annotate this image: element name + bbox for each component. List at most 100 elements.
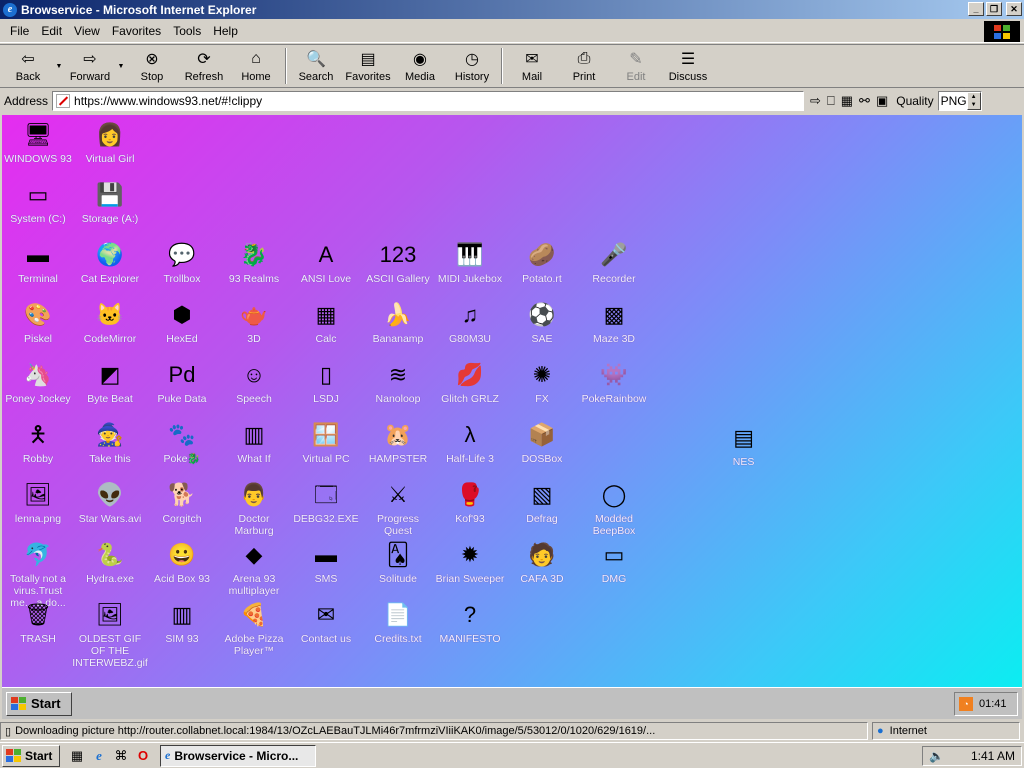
desktop-icon-storage-a[interactable]: 💾 Storage (A:): [74, 179, 146, 226]
desktop-icon-midi-jukebox[interactable]: 🎹 MIDI Jukebox: [434, 239, 506, 286]
favorites-button[interactable]: ▤ Favorites: [342, 45, 394, 87]
desktop-icon-potato-rt[interactable]: 🥔 Potato.rt: [506, 239, 578, 286]
desktop-icon-modded-beepbox[interactable]: ◯ Modded BeepBox: [578, 479, 650, 538]
menu-edit[interactable]: Edit: [35, 24, 68, 38]
desktop-icon-arena-93-multiplayer[interactable]: ◆ Arena 93 multiplayer: [218, 539, 290, 598]
desktop-icon-brian-sweeper[interactable]: ✹ Brian Sweeper: [434, 539, 506, 586]
desktop-icon-trash[interactable]: 🗑 TRASH: [2, 599, 74, 646]
forward-dropdown-icon[interactable]: ▼: [116, 63, 126, 70]
desktop-icon-adobe-pizza-player[interactable]: 🍕 Adobe Pizza Player™: [218, 599, 290, 658]
desktop-icon-glitch-grlz[interactable]: 💋 Glitch GRLZ: [434, 359, 506, 406]
desktop-icon-93-realms[interactable]: 🐉 93 Realms: [218, 239, 290, 286]
mail-button[interactable]: ✉ Mail: [506, 45, 558, 87]
menu-view[interactable]: View: [68, 24, 106, 38]
desktop-icon-fx[interactable]: ✺ FX: [506, 359, 578, 406]
opera-icon[interactable]: O: [134, 747, 152, 765]
back-button[interactable]: ⇦ Back: [2, 45, 54, 87]
desktop-icon-hexed[interactable]: ⬢ HexEd: [146, 299, 218, 346]
media-button[interactable]: ◉ Media: [394, 45, 446, 87]
desktop-icon-pokerainbow[interactable]: 👾 PokeRainbow: [578, 359, 650, 406]
start-button[interactable]: Start: [2, 744, 60, 767]
desktop-icon-dmg[interactable]: ▭ DMG: [578, 539, 650, 586]
bookmark-icon[interactable]: ⎕: [827, 93, 835, 109]
desktop-icon-poke[interactable]: 🐾 Poke🐉: [146, 419, 218, 466]
rss-icon[interactable]: ◔: [959, 697, 973, 711]
desktop-icon-cat-explorer[interactable]: 🌍 Cat Explorer: [74, 239, 146, 286]
desktop-icon-credits-txt[interactable]: 📄 Credits.txt: [362, 599, 434, 646]
forward-button[interactable]: ⇨ Forward: [64, 45, 116, 87]
desktop-icon-windows-93[interactable]: 🖥 WINDOWS 93: [2, 119, 74, 166]
quality-select[interactable]: PNG ▲ ▼: [937, 91, 982, 111]
go-arrow-icon[interactable]: ⇨: [810, 93, 821, 109]
spin-arrows-icon[interactable]: ▲ ▼: [966, 92, 981, 110]
desktop-icon-oldest-gif-of-the-interwebz-gif[interactable]: 🖼 OLDEST GIF OF THE INTERWEBZ.gif: [72, 599, 148, 670]
history-button[interactable]: ◷ History: [446, 45, 498, 87]
desktop-icon-sae[interactable]: ⚽ SAE: [506, 299, 578, 346]
desktop-icon-byte-beat[interactable]: ◩ Byte Beat: [74, 359, 146, 406]
search-button[interactable]: 🔍 Search: [290, 45, 342, 87]
volume-icon[interactable]: 🔈: [929, 749, 944, 763]
desktop-icon-trollbox[interactable]: 💬 Trollbox: [146, 239, 218, 286]
desktop-icon-3d[interactable]: 🫖 3D: [218, 299, 290, 346]
desktop-icon-take-this[interactable]: 🧙 Take this: [74, 419, 146, 466]
desktop-icon-g80m3u[interactable]: ♫ G80M3U: [434, 299, 506, 346]
desktop-icon-nes[interactable]: ▤ NES: [708, 422, 780, 469]
menu-favorites[interactable]: Favorites: [106, 24, 167, 38]
desktop-icon-lsdj[interactable]: ▯ LSDJ: [290, 359, 362, 406]
desktop-icon-ansi-love[interactable]: A ANSI Love: [290, 239, 362, 286]
minimize-button[interactable]: _: [968, 2, 984, 16]
desktop-icon-ascii-gallery[interactable]: 123 ASCII Gallery: [362, 239, 434, 286]
desktop-icon-virtual-girl[interactable]: 👩 Virtual Girl: [74, 119, 146, 166]
desktop-icon-cafa-3d[interactable]: 🧑 CAFA 3D: [506, 539, 578, 586]
desktop-icon-codemirror[interactable]: 🐱 CodeMirror: [74, 299, 146, 346]
desktop-icon-doctor-marburg[interactable]: 👨 Doctor Marburg: [218, 479, 290, 538]
desktop-icon-calc[interactable]: ▦ Calc: [290, 299, 362, 346]
stop-button[interactable]: ⊗ Stop: [126, 45, 178, 87]
desktop-icon-star-wars-avi[interactable]: 👽 Star Wars.avi: [74, 479, 146, 526]
address-input[interactable]: https://www.windows93.net/#!clippy: [52, 91, 805, 111]
binoculars-icon[interactable]: ⚯: [859, 93, 870, 109]
back-dropdown-icon[interactable]: ▼: [54, 63, 64, 70]
desktop-icon-defrag[interactable]: ▧ Defrag: [506, 479, 578, 526]
menu-file[interactable]: File: [4, 24, 35, 38]
desktop-icon-progress-quest[interactable]: ⚔ Progress Quest: [362, 479, 434, 538]
desktop-icon-half-life-3[interactable]: λ Half-Life 3: [434, 419, 506, 466]
desktop-icon-hydra-exe[interactable]: 🐍 Hydra.exe: [74, 539, 146, 586]
home-button[interactable]: ⌂ Home: [230, 45, 282, 87]
desktop-icon-debg32-exe[interactable]: 🗔 DEBG32.EXE: [290, 479, 362, 526]
desktop-icon-recorder[interactable]: 🎤 Recorder: [578, 239, 650, 286]
find-icon[interactable]: ▦: [841, 93, 853, 109]
desktop-icon-sim-93[interactable]: ▥ SIM 93: [146, 599, 218, 646]
page-viewport[interactable]: 🖥 WINDOWS 93 👩 Virtual Girl ▭ System (C:) 💾 Sto…: [2, 115, 1022, 719]
desktop-icon-dosbox[interactable]: 📦 DOSBox: [506, 419, 578, 466]
clipboard-icon[interactable]: ▣: [876, 93, 888, 109]
desktop-icon-kof-93[interactable]: 🥊 Kof'93: [434, 479, 506, 526]
desktop-icon-contact-us[interactable]: ✉ Contact us: [290, 599, 362, 646]
ie-quicklaunch-icon[interactable]: e: [90, 747, 108, 765]
desktop-icon-manifesto[interactable]: ? MANIFESTO: [434, 599, 506, 646]
taskbar-app-browservice[interactable]: e Browservice - Micro...: [160, 744, 316, 767]
network-icon[interactable]: ⌘: [112, 747, 130, 765]
discuss-button[interactable]: ☰ Discuss: [662, 45, 714, 87]
desktop-icon-solitude[interactable]: 🂡 Solitude: [362, 539, 434, 586]
desktop-icon-sms[interactable]: ▬ SMS: [290, 539, 362, 586]
desktop-icon-maze-3d[interactable]: ▩ Maze 3D: [578, 299, 650, 346]
show-desktop-icon[interactable]: ▦: [68, 747, 86, 765]
desktop-icon-piskel[interactable]: 🎨 Piskel: [2, 299, 74, 346]
desktop-icon-bananamp[interactable]: 🍌 Bananamp: [362, 299, 434, 346]
desktop-icon-nanoloop[interactable]: ≋ Nanoloop: [362, 359, 434, 406]
desktop-icon-virtual-pc[interactable]: 🪟 Virtual PC: [290, 419, 362, 466]
print-button[interactable]: ⎙ Print: [558, 45, 610, 87]
desktop-icon-poney-jockey[interactable]: 🦄 Poney Jockey: [2, 359, 74, 406]
desktop-icon-speech[interactable]: ☺ Speech: [218, 359, 290, 406]
desktop-icon-robby[interactable]: 🯅 Robby: [2, 419, 74, 466]
desktop-icon-hampster[interactable]: 🐹 HAMPSTER: [362, 419, 434, 466]
desktop-icon-lenna-png[interactable]: 🖼 lenna.png: [2, 479, 74, 526]
maximize-button[interactable]: ❐: [986, 2, 1002, 16]
desktop-icon-corgitch[interactable]: 🐕 Corgitch: [146, 479, 218, 526]
desktop-icon-acid-box-93[interactable]: 😀 Acid Box 93: [146, 539, 218, 586]
desktop-icon-system-c[interactable]: ▭ System (C:): [2, 179, 74, 226]
win93-start-button[interactable]: Start: [6, 691, 72, 716]
address-url[interactable]: https://www.windows93.net/#!clippy: [74, 94, 262, 108]
menu-tools[interactable]: Tools: [167, 24, 207, 38]
